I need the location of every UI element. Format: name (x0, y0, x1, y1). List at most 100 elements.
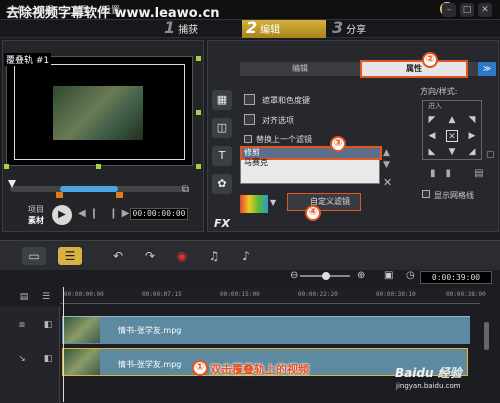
direction-left-icon[interactable]: ◀ (426, 130, 438, 142)
transition-icon[interactable]: ◫ (212, 118, 232, 138)
menu-file[interactable]: 文件 (8, 3, 26, 16)
step-number: 1 (164, 18, 176, 37)
overlay-track-label: 覆叠轨 #1 (4, 53, 52, 66)
move-down-icon[interactable]: ▼ (383, 160, 390, 170)
video-track-toggle-icon[interactable]: ◧ (40, 320, 56, 334)
menu-edit[interactable]: 编辑 (36, 3, 54, 16)
menu-settings[interactable]: 设置 (102, 3, 120, 16)
expand-icon[interactable]: ▢ (486, 150, 495, 160)
tab-edit-options[interactable]: 编辑 (240, 62, 360, 76)
mark-out-handle[interactable] (116, 192, 123, 198)
direction-style-label: 方向/样式: (420, 87, 458, 96)
direction-bottom-right-icon[interactable]: ◢ (466, 146, 478, 158)
resize-handle[interactable] (196, 164, 201, 169)
custom-filter-button[interactable]: 自定义滤镜 (287, 193, 361, 211)
clip-thumbnail (64, 349, 100, 375)
storyboard-view-button[interactable]: ▭ (22, 247, 46, 265)
direction-right-icon[interactable]: ▶ (466, 130, 478, 142)
timeline-scrollbar[interactable] (484, 322, 489, 350)
auto-music-icon[interactable]: ♪ (234, 247, 258, 265)
zoom-in-icon[interactable]: ⊕ (357, 270, 365, 281)
timeline-view-button[interactable]: ☰ (58, 247, 82, 265)
ruler-tick: 00:00:38:00 (446, 291, 486, 298)
mask-chroma-option[interactable]: 遮罩和色度键 (262, 95, 310, 106)
play-button[interactable]: ▶ (52, 205, 72, 225)
replace-filter-label: 替换上一个滤镜 (256, 135, 312, 144)
media-library-icon[interactable]: ▦ (212, 90, 232, 110)
maximize-button[interactable]: □ (460, 3, 474, 17)
step-label: 分享 (346, 25, 367, 36)
graphic-icon[interactable]: ✿ (212, 174, 232, 194)
direction-center-icon[interactable]: ✕ (446, 130, 458, 142)
snapshot-icon[interactable]: ⧉ (182, 184, 189, 195)
step-label: 编辑 (260, 25, 281, 36)
ruler-tick: 00:00:07:15 (142, 291, 182, 298)
grid-checkbox[interactable] (422, 190, 430, 198)
fx-icon[interactable]: FX (214, 217, 230, 230)
tab-attribute[interactable]: 属性 (360, 60, 468, 78)
library-sidebar: ▦ ◫ T ✿ (212, 90, 234, 202)
align-icon[interactable] (244, 114, 255, 125)
audio-mixer-icon[interactable]: ♫ (202, 247, 226, 265)
timeline-playhead[interactable] (63, 287, 64, 402)
menu-tools[interactable]: 工具 (70, 3, 88, 16)
undo-icon[interactable]: ↶ (106, 247, 130, 265)
chapter-icon[interactable]: ☰ (38, 292, 54, 306)
mask-icon[interactable] (244, 94, 255, 105)
ruler-tick: 00:00:00:00 (64, 291, 104, 298)
direction-bottom-left-icon[interactable]: ◣ (426, 146, 438, 158)
trim-selection[interactable] (60, 186, 118, 192)
tab-capture[interactable]: 1 捕获 (160, 20, 240, 38)
resize-handle[interactable] (196, 56, 201, 61)
zoom-knob[interactable] (322, 272, 330, 280)
instruction-annotation: 双击覆叠轨上的视频 (210, 363, 309, 376)
redo-icon[interactable]: ↷ (138, 247, 162, 265)
enter-label: 进入 (428, 102, 442, 110)
overlay-video-frame[interactable] (53, 86, 143, 140)
title-icon[interactable]: T (212, 146, 232, 166)
step-label: 捕获 (178, 25, 199, 36)
filter-selection-highlight (240, 146, 382, 160)
move-up-icon[interactable]: ▲ (383, 148, 390, 158)
filter-item-trim[interactable]: 修剪 (244, 148, 260, 158)
baidu-watermark: Baidu 经验 (395, 366, 462, 380)
clip-name: 情书-张学友.mpg (118, 326, 182, 335)
close-button[interactable]: ✕ (478, 3, 492, 17)
fit-project-icon[interactable]: ▣ (384, 270, 393, 281)
clip-mode-label[interactable]: 素材 (28, 215, 44, 226)
pause-fade-icons[interactable]: ▮▮ ▤ (430, 168, 494, 179)
direction-top-icon[interactable]: ▲ (446, 114, 458, 126)
record-icon[interactable]: ◉ (170, 247, 194, 265)
track-manager-icon[interactable]: ▤ (16, 292, 32, 306)
replace-filter-checkbox[interactable] (244, 135, 252, 143)
resize-handle[interactable] (4, 164, 9, 169)
direction-top-right-icon[interactable]: ◥ (466, 114, 478, 126)
mark-in-handle[interactable] (56, 192, 63, 198)
clip-thumbnail (64, 317, 100, 343)
step-number: 3 (332, 18, 344, 37)
resize-handle[interactable] (96, 164, 101, 169)
tab-edit[interactable]: 2 编辑 (242, 20, 326, 38)
preview-timecode[interactable]: 00:00:00:00 (130, 208, 188, 220)
align-option[interactable]: 对齐选项 (262, 115, 294, 126)
preset-dropdown-icon[interactable]: ▼ (270, 198, 276, 207)
filter-preset-thumbnail[interactable] (240, 195, 268, 213)
direction-top-left-icon[interactable]: ◤ (426, 114, 438, 126)
clock-icon: ◷ (406, 270, 415, 281)
overlay-track-icon[interactable]: ↘ (14, 354, 30, 368)
callout-3: ③ (330, 136, 346, 152)
filter-item-mosaic[interactable]: 马赛克 (244, 158, 268, 168)
collapse-panel-icon[interactable]: ≫ (478, 62, 496, 76)
baidu-watermark-url: jingyan.baidu.com (396, 382, 461, 390)
video-track-icon[interactable]: ⧈ (14, 320, 30, 334)
remove-filter-icon[interactable]: ✕ (383, 176, 392, 189)
project-mode-label[interactable]: 项目 (28, 204, 44, 215)
resize-handle[interactable] (196, 110, 201, 115)
ruler-tick: 00:00:15:00 (220, 291, 260, 298)
tab-share[interactable]: 3 分享 (328, 20, 408, 38)
time-ruler[interactable] (60, 288, 480, 304)
minimize-button[interactable]: – (442, 3, 456, 17)
overlay-track-toggle-icon[interactable]: ◧ (40, 354, 56, 368)
direction-bottom-icon[interactable]: ▼ (446, 146, 458, 158)
zoom-out-icon[interactable]: ⊖ (290, 270, 298, 281)
